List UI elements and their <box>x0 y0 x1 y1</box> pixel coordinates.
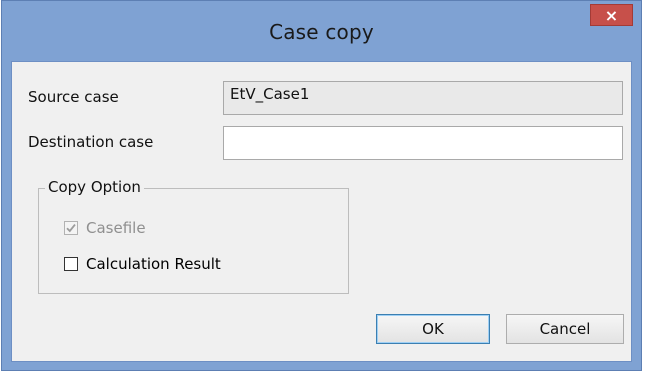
ok-button[interactable]: OK <box>376 314 490 344</box>
dialog-body: Source case EtV_Case1 Destination case C… <box>11 61 632 362</box>
source-case-field: EtV_Case1 <box>223 81 623 115</box>
calculation-result-checkbox[interactable] <box>64 257 78 271</box>
casefile-option: Casefile <box>64 219 146 237</box>
close-button[interactable]: × <box>590 4 633 26</box>
copy-option-legend: Copy Option <box>45 178 144 196</box>
close-icon: × <box>604 5 619 25</box>
title-bar[interactable]: Case copy × <box>2 1 641 61</box>
cancel-button[interactable]: Cancel <box>506 314 624 344</box>
destination-case-label: Destination case <box>28 133 154 151</box>
calculation-result-option[interactable]: Calculation Result <box>64 255 221 273</box>
copy-option-group: Copy Option Casefile Calculation Result <box>38 178 349 294</box>
casefile-checkbox <box>64 221 78 235</box>
dialog-title: Case copy <box>269 20 374 44</box>
calculation-result-label[interactable]: Calculation Result <box>86 255 221 273</box>
source-case-label: Source case <box>28 88 119 106</box>
checkmark-icon <box>66 224 76 233</box>
destination-case-input[interactable] <box>223 126 623 160</box>
dialog-window: Case copy × Source case EtV_Case1 Destin… <box>1 0 642 371</box>
casefile-label: Casefile <box>86 219 146 237</box>
